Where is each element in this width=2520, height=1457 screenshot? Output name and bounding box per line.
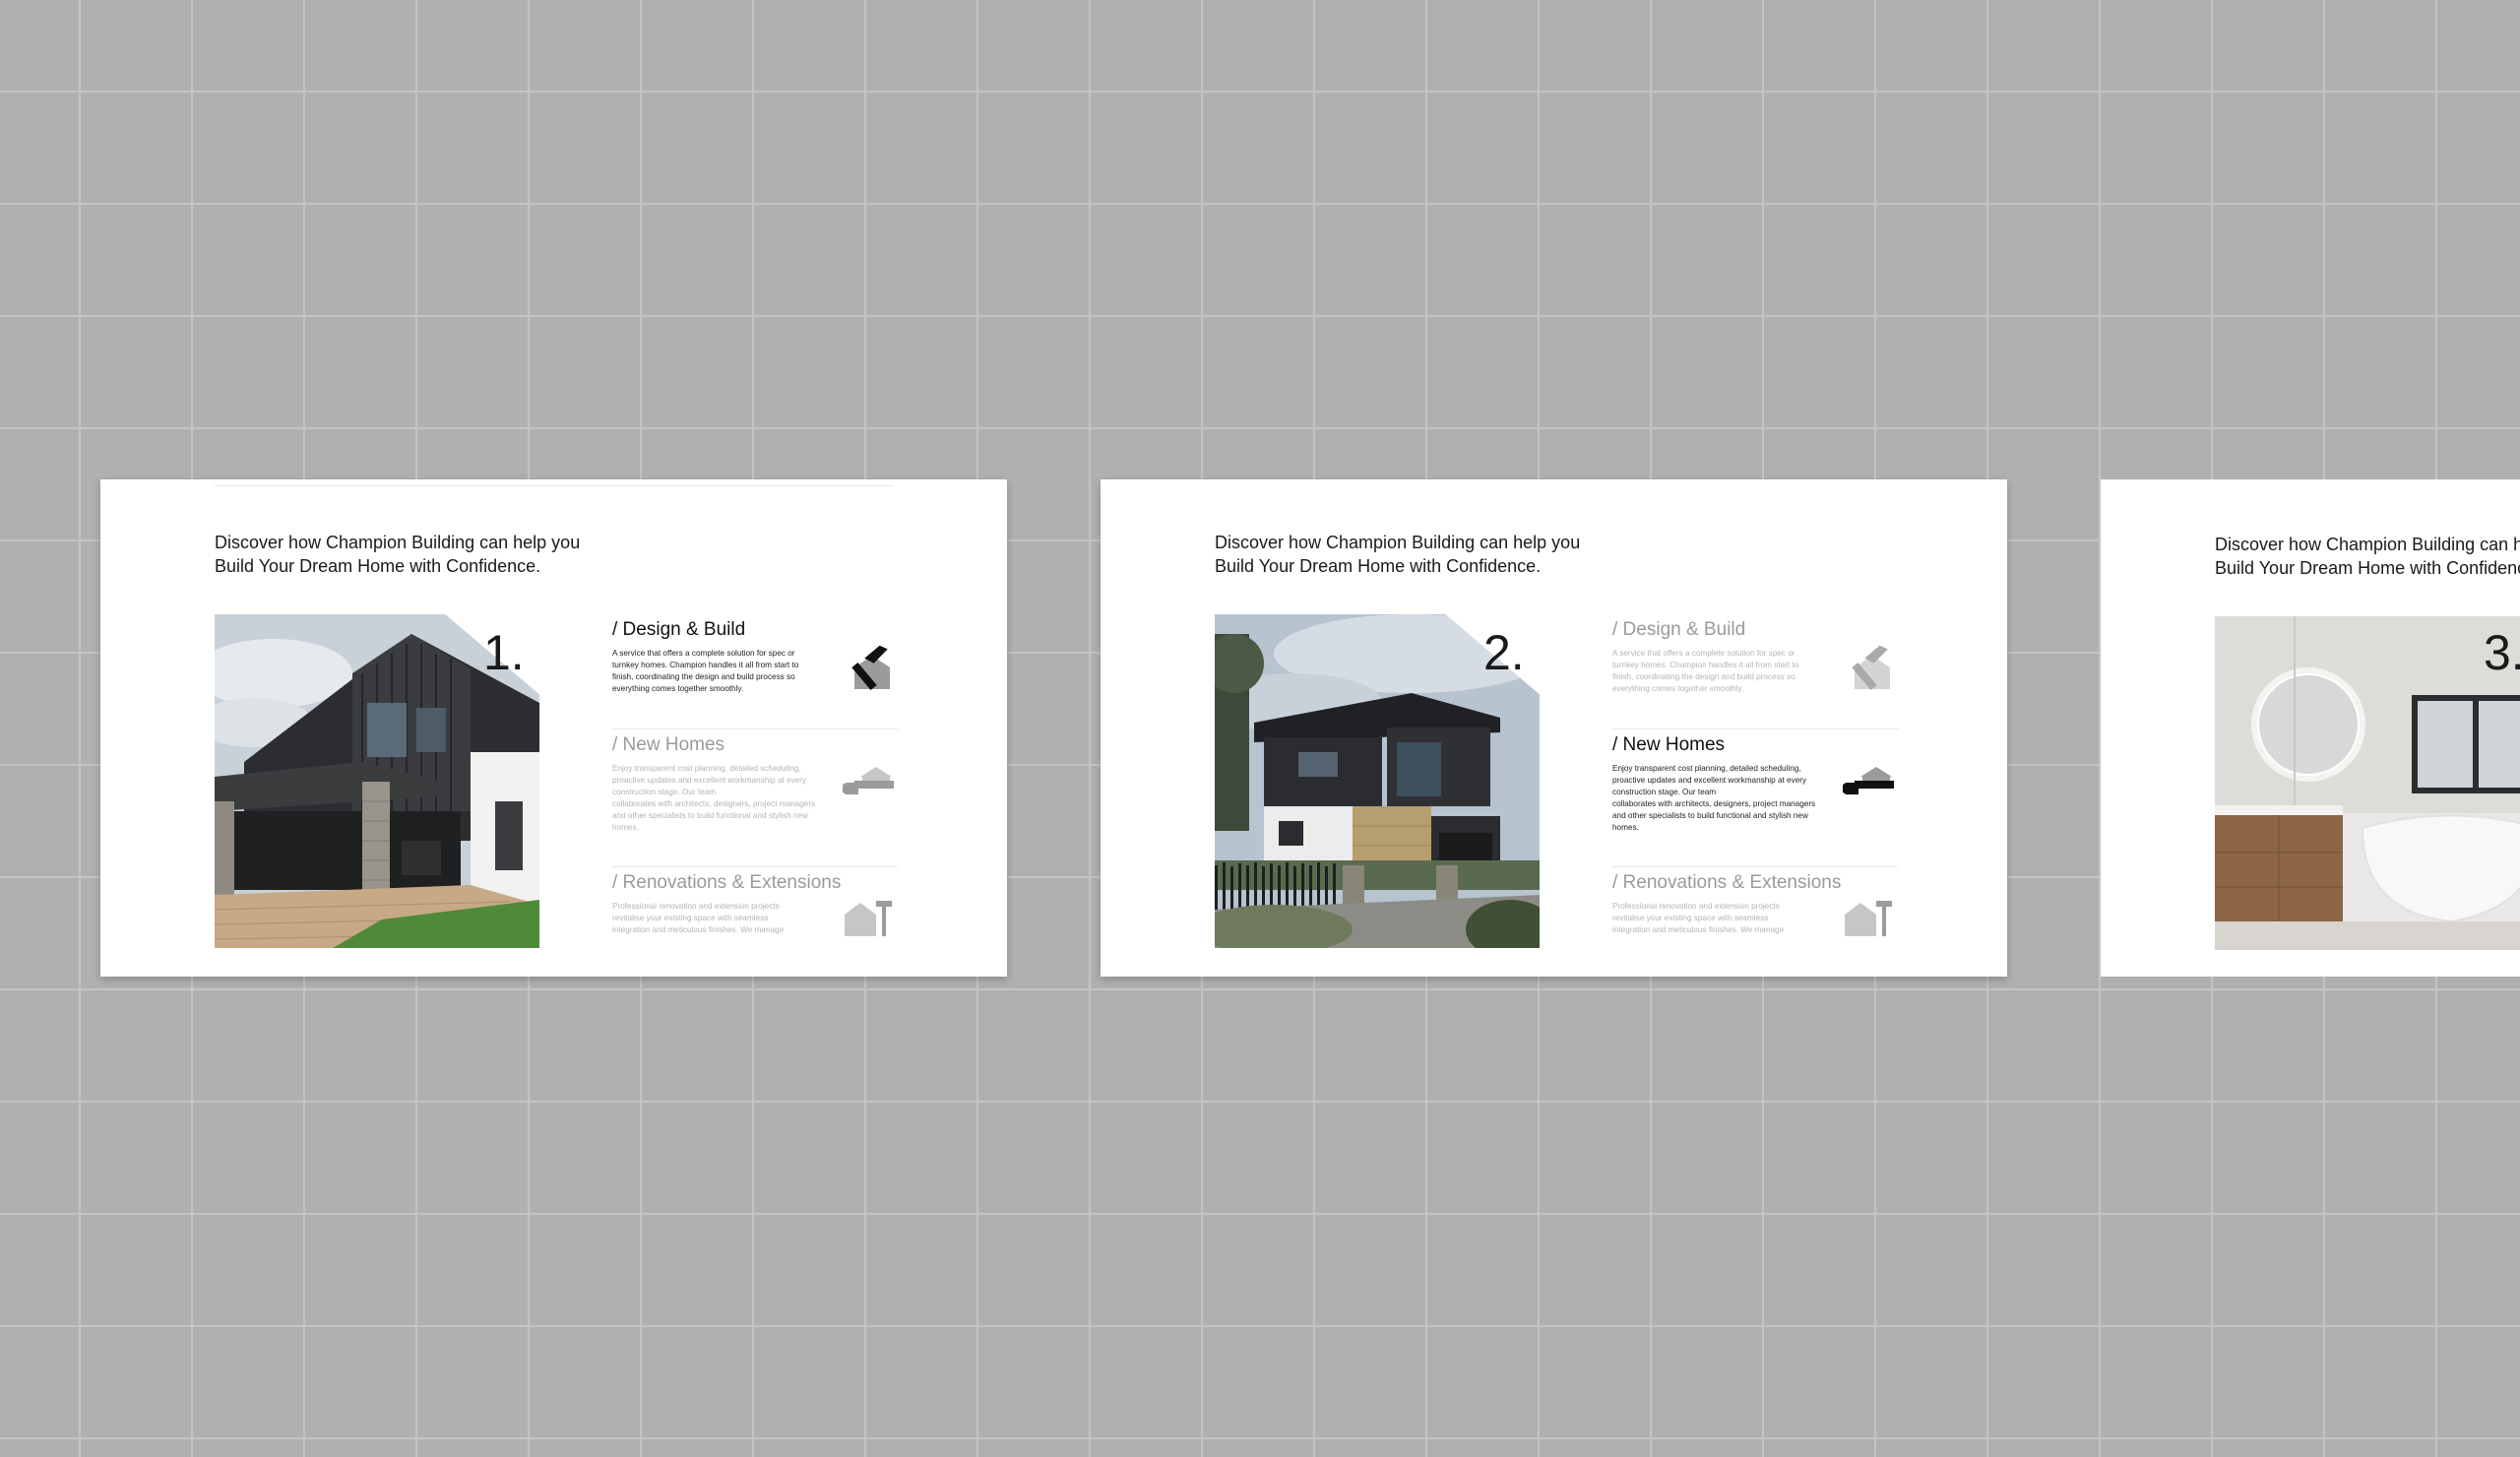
slide-frame-3[interactable]: Discover how Champion Building can help … [2101, 479, 2520, 977]
desc-line: finish, coordinating the design and buil… [612, 672, 795, 681]
intro-line-1: Discover how Champion Building can help … [215, 533, 581, 552]
desc-line: Professional renovation and extension pr… [1612, 902, 1780, 911]
intro-line-2: Build Your Dream Home with Confidence. [2215, 558, 2520, 578]
intro-text: Discover how Champion Building can help … [2215, 533, 2520, 580]
service-design-build[interactable]: / Design & Build A service that offers a… [612, 614, 898, 723]
service-new-homes[interactable]: / New Homes Enjoy transparent cost plann… [612, 728, 898, 857]
desc-line: A service that offers a complete solutio… [1612, 649, 1796, 658]
desc-line: and other specialists to build functiona… [1612, 811, 1808, 820]
slide-number: 2. [1483, 625, 1525, 680]
desc-line: collaborates with architects, designers,… [1612, 799, 1816, 808]
desc-line: Enjoy transparent cost planning, detaile… [1612, 764, 1801, 773]
service-title: / New Homes [612, 734, 725, 755]
slide-frame-1[interactable]: Discover how Champion Building can help … [100, 479, 1007, 977]
service-title: / Design & Build [1612, 619, 1746, 640]
service-description: Enjoy transparent cost planning, detaile… [612, 763, 824, 834]
slide-number: 1. [483, 625, 525, 680]
bathroom-photo [2215, 616, 2520, 950]
desc-line: homes. [1612, 823, 1639, 832]
desc-line: Enjoy transparent cost planning, detaile… [612, 764, 801, 773]
service-title: / New Homes [1612, 734, 1726, 755]
desc-line: proactive updates and excellent workmans… [612, 776, 807, 785]
service-description: A service that offers a complete solutio… [1612, 648, 1824, 695]
service-renovations-extensions[interactable]: / Renovations & Extensions Professional … [1612, 866, 1898, 956]
intro-line-1: Discover how Champion Building can help … [2215, 535, 2520, 554]
service-description: Professional renovation and extension pr… [1612, 901, 1824, 936]
desc-line: turnkey homes. Champion handles it all f… [1612, 661, 1799, 669]
service-description: Professional renovation and extension pr… [612, 901, 824, 936]
service-design-build[interactable]: / Design & Build A service that offers a… [1612, 614, 1898, 723]
desc-line: proactive updates and excellent workmans… [1612, 776, 1807, 785]
intro-text: Discover how Champion Building can help … [215, 531, 628, 578]
desc-line: construction stage. Our team [1612, 788, 1717, 796]
top-divider [215, 485, 894, 486]
slide-number: 3. [2484, 625, 2520, 680]
service-description: A service that offers a complete solutio… [612, 648, 824, 695]
service-renovations-extensions[interactable]: / Renovations & Extensions Professional … [612, 866, 898, 956]
service-title: / Design & Build [612, 619, 746, 640]
service-description: Enjoy transparent cost planning, detaile… [1612, 763, 1824, 834]
hammer-house-icon [1852, 645, 1890, 691]
desc-line: revitalise your existing space with seam… [612, 914, 769, 922]
service-new-homes[interactable]: / New Homes Enjoy transparent cost plann… [1612, 728, 1898, 857]
intro-line-1: Discover how Champion Building can help … [1215, 533, 1581, 552]
house-hammer-icon [1845, 901, 1892, 936]
intro-text: Discover how Champion Building can help … [1215, 531, 1628, 578]
desc-line: and other specialists to build functiona… [612, 811, 808, 820]
house-hammer-icon [845, 901, 892, 936]
desc-line: everything comes together smoothly. [612, 684, 744, 693]
desc-line: turnkey homes. Champion handles it all f… [612, 661, 799, 669]
desc-line: homes. [612, 823, 639, 832]
desc-line: integration and meticulous finishes. We … [1612, 925, 1785, 934]
desc-line: everything comes together smoothly. [1612, 684, 1744, 693]
slide-frame-2[interactable]: Discover how Champion Building can help … [1101, 479, 2007, 977]
intro-line-2: Build Your Dream Home with Confidence. [1215, 556, 1542, 576]
desc-line: Professional renovation and extension pr… [612, 902, 780, 911]
desc-line: construction stage. Our team [612, 788, 717, 796]
saw-house-icon [843, 767, 894, 795]
desc-line: A service that offers a complete solutio… [612, 649, 795, 658]
desc-line: integration and meticulous finishes. We … [612, 925, 785, 934]
desc-line: finish, coordinating the design and buil… [1612, 672, 1796, 681]
intro-line-2: Build Your Dream Home with Confidence. [215, 556, 541, 576]
hammer-house-icon [851, 645, 890, 691]
desc-line: revitalise your existing space with seam… [1612, 914, 1769, 922]
saw-house-icon [1843, 767, 1894, 795]
desc-line: collaborates with architects, designers,… [612, 799, 816, 808]
